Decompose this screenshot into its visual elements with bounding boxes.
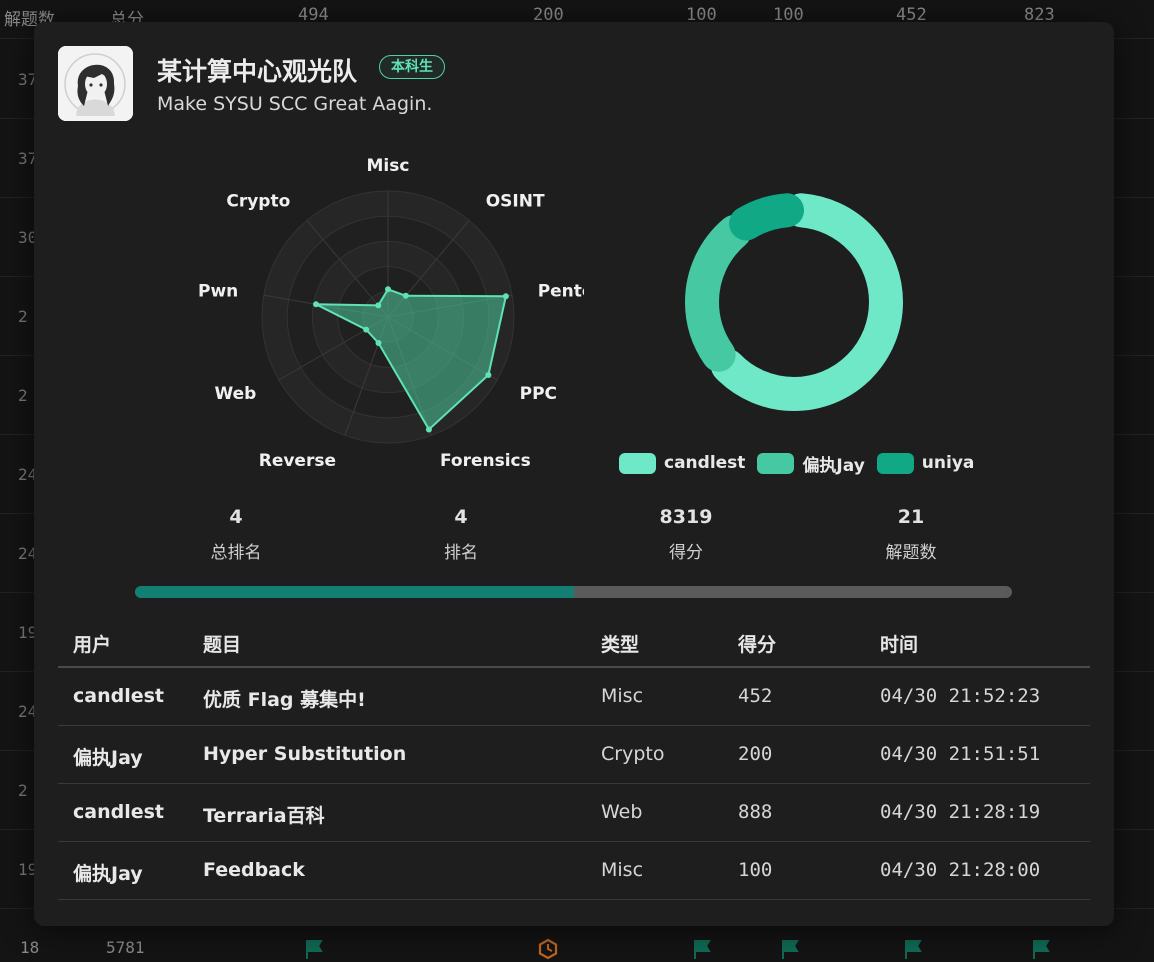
donut-segments (685, 193, 903, 411)
member-score-donut (685, 193, 903, 411)
bg-row-value: 2 (18, 307, 28, 326)
stat-label: 总排名 (210, 543, 262, 563)
flag-icon (694, 940, 711, 959)
cell-score: 100 (738, 859, 773, 881)
column-header-score: 得分 (738, 634, 777, 656)
radar-axis-label: Web (215, 384, 257, 404)
stat-solved-count: 21 解题数 (841, 506, 981, 563)
cell-user: candlest (73, 801, 165, 823)
flag-icon (1033, 940, 1050, 959)
radar-point (375, 302, 382, 309)
radar-axis-label: Pwn (198, 282, 238, 302)
legend-item-candlest[interactable]: candlest (619, 452, 746, 474)
stat-value: 8319 (659, 506, 713, 528)
cell-type: Crypto (601, 743, 665, 765)
stat-value: 4 (454, 506, 468, 528)
flag-icon (306, 940, 323, 959)
radar-point (375, 340, 382, 347)
stat-overall-rank: 4 总排名 (166, 506, 306, 563)
avatar-illustration (58, 46, 133, 121)
bg-row-value: 2 (18, 386, 28, 405)
cell-type: Misc (601, 685, 644, 707)
donut-legend: candlest 偏执Jay uniya (619, 450, 986, 476)
cell-time: 04/30 21:28:00 (880, 859, 1041, 881)
team-avatar (58, 46, 133, 121)
cell-type: Misc (601, 859, 644, 881)
team-name: 某计算中心观光队 (157, 57, 358, 86)
cell-challenge: Hyper Substitution (203, 743, 407, 765)
column-header-user: 用户 (73, 634, 112, 656)
cell-user: candlest (73, 685, 165, 707)
legend-label: 偏执Jay (802, 455, 865, 476)
radar-axis-label: Forensics (440, 451, 531, 471)
hexagon-icon (538, 938, 558, 960)
progress-bar (135, 586, 1012, 598)
radar-axis-label: Reverse (259, 451, 336, 471)
radar-axis-label: PPC (520, 384, 557, 404)
cell-type: Web (601, 801, 643, 823)
table-row[interactable]: 偏执Jay Feedback Misc 100 04/30 21:28:00 (58, 842, 1090, 900)
progress-fill (135, 586, 574, 598)
category-radar-chart: Misc OSINT Pentest PPC Forensics Reverse Web Pw… (198, 156, 584, 471)
legend-label: uniya (921, 453, 975, 473)
stat-value: 21 (897, 506, 925, 528)
table-row[interactable]: 偏执Jay Hyper Substitution Crypto 200 04/3… (58, 726, 1090, 784)
cell-challenge: 优质 Flag 募集中! (203, 689, 366, 711)
cell-score: 200 (738, 743, 773, 765)
cell-score: 452 (738, 685, 773, 707)
cell-time: 04/30 21:28:19 (880, 801, 1041, 823)
radar-point (363, 326, 370, 333)
rank-cell: 18 (20, 938, 40, 957)
stat-rank: 4 排名 (391, 506, 531, 563)
cell-challenge: Terraria百科 (203, 805, 325, 827)
legend-label: candlest (664, 453, 746, 473)
flag-icon (782, 940, 799, 959)
flag-icon (905, 940, 922, 959)
cell-user: 偏执Jay (73, 747, 143, 769)
stat-score: 8319 得分 (616, 506, 756, 563)
cell-user: 偏执Jay (73, 863, 143, 885)
table-row[interactable]: candlest 优质 Flag 募集中! Misc 452 04/30 21:… (58, 668, 1090, 726)
column-header-time: 时间 (880, 634, 919, 656)
team-detail-modal: 某计算中心观光队 本科生 Make SYSU SCC Great Aagin. … (34, 22, 1114, 926)
radar-axis-label: Crypto (226, 192, 290, 212)
column-header-challenge: 题目 (203, 634, 242, 656)
legend-item-uniya[interactable]: uniya (876, 452, 975, 474)
radar-point (385, 286, 391, 293)
cell-score: 888 (738, 801, 773, 823)
column-header-type: 类型 (601, 634, 640, 656)
radar-point (502, 293, 509, 300)
stat-label: 得分 (669, 543, 703, 563)
table-row[interactable]: candlest Terraria百科 Web 888 04/30 21:28:… (58, 784, 1090, 842)
radar-axis-label: Misc (367, 156, 410, 176)
radar-point (313, 301, 320, 308)
legend-swatch (619, 452, 656, 474)
stat-value: 4 (229, 506, 243, 528)
solves-table-header: 用户 题目 类型 得分 时间 (58, 620, 1090, 668)
bg-row-value: 2 (18, 781, 28, 800)
legend-swatch (757, 452, 795, 474)
cell-challenge: Feedback (203, 859, 305, 881)
stat-label: 排名 (444, 543, 478, 563)
team-category-badge: 本科生 (379, 55, 445, 79)
solves-table: 用户 题目 类型 得分 时间 candlest 优质 Flag 募集中! Mis… (58, 620, 1090, 900)
radar-point (425, 426, 432, 433)
cell-time: 04/30 21:51:51 (880, 743, 1041, 765)
legend-swatch (876, 452, 914, 474)
team-motto: Make SYSU SCC Great Aagin. (157, 93, 433, 115)
stat-label: 解题数 (885, 543, 937, 563)
radar-axis-label: OSINT (486, 192, 545, 212)
radar-point (402, 292, 409, 299)
radar-axis-label: Pentest (538, 282, 584, 302)
score-cell: 5781 (106, 938, 145, 957)
cell-time: 04/30 21:52:23 (880, 685, 1041, 707)
legend-item-jay[interactable]: 偏执Jay (757, 451, 865, 476)
scoreboard-row[interactable]: 18 5781 (0, 934, 1154, 962)
radar-point (485, 371, 492, 378)
